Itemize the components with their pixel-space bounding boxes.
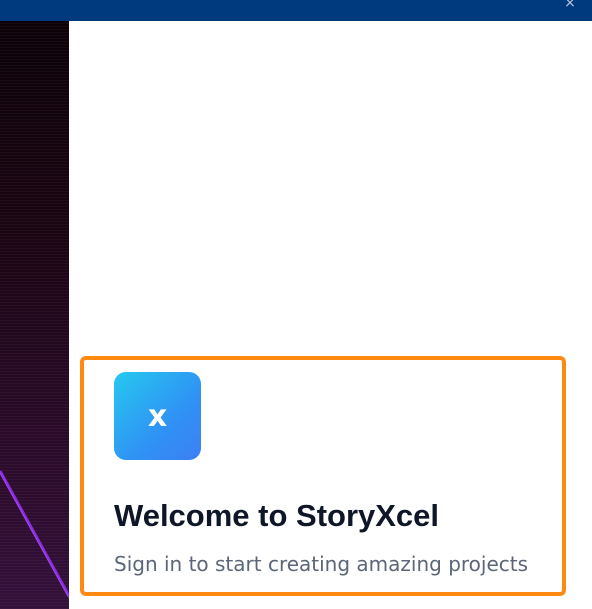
decorative-accent-glow — [0, 472, 69, 599]
logo-letter: x — [147, 398, 168, 434]
window-titlebar: × — [0, 0, 592, 21]
welcome-title: Welcome to StoryXcel — [114, 498, 440, 533]
storyxcel-logo: x — [114, 372, 201, 460]
welcome-card: x Welcome to StoryXcel Sign in to start … — [80, 356, 566, 596]
close-icon[interactable]: × — [562, 0, 578, 12]
side-art-panel — [0, 21, 69, 609]
decorative-accent-line — [0, 470, 69, 597]
welcome-subtitle: Sign in to start creating amazing projec… — [114, 552, 529, 576]
decorative-line-art — [0, 470, 69, 599]
